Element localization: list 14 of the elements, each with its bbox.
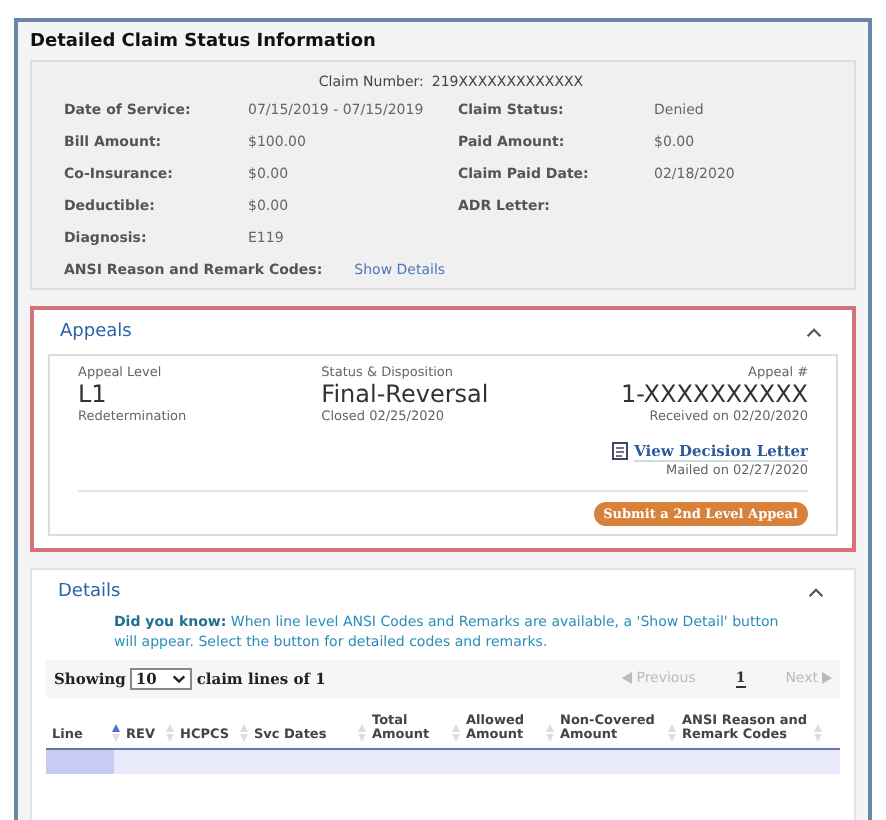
collapse-icon[interactable] xyxy=(806,327,822,337)
right-triangle-icon xyxy=(822,672,832,685)
dropdown-icon xyxy=(172,673,187,684)
panel-title: Detailed Claim Status Information xyxy=(30,32,378,52)
appeal-level: L1 xyxy=(78,381,107,408)
table-row[interactable] xyxy=(46,749,840,774)
left-triangle-icon xyxy=(622,672,633,685)
section-title: Details xyxy=(58,582,121,603)
collapse-icon[interactable] xyxy=(808,587,824,598)
sort-icon[interactable] xyxy=(112,723,120,742)
document-icon xyxy=(612,442,629,461)
section-title: Appeals xyxy=(60,322,132,342)
appeal-number: 1-XXXXXXXXXX xyxy=(620,381,809,408)
appeal-status: Final-Reversal xyxy=(321,381,489,408)
